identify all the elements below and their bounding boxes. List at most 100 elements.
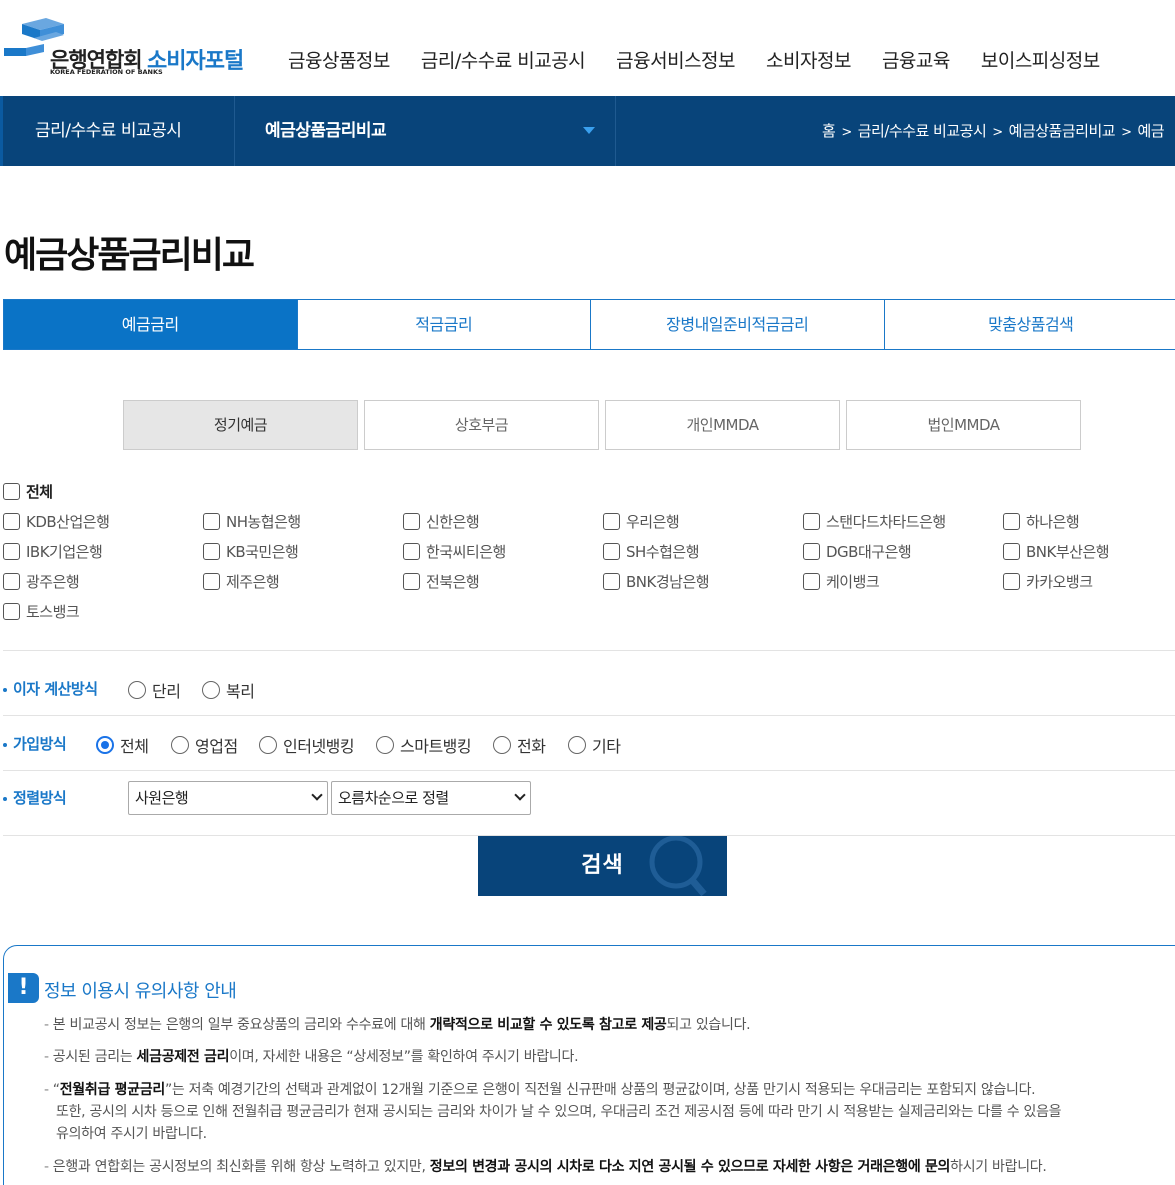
search-button[interactable]: 검색: [478, 836, 727, 896]
sort-field-value: 사원은행: [135, 789, 189, 807]
checkbox-label: BNK부산은행: [1026, 543, 1110, 561]
subtab-corporate-mmda[interactable]: 법인MMDA: [846, 400, 1081, 450]
notice-item: - 공시된 금리는 세금공제전 금리이며, 자세한 내용은 “상세정보”를 확인하…: [44, 1049, 579, 1065]
checkbox-box[interactable]: [403, 543, 420, 560]
checkbox-label: SH수협은행: [626, 543, 700, 561]
radio-join-branch[interactable]: 영업점: [171, 733, 238, 757]
nav-item-voice-phishing[interactable]: 보이스피싱정보: [981, 46, 1100, 73]
subnav-level2-dropdown[interactable]: 예금상품금리비교: [235, 96, 616, 166]
bank-checkbox[interactable]: 우리은행: [603, 511, 680, 532]
checkbox-label: 전북은행: [426, 573, 480, 591]
bank-checkbox[interactable]: NH농협은행: [203, 511, 301, 532]
checkbox-box[interactable]: [603, 573, 620, 590]
search-button-label: 검색: [581, 853, 624, 878]
breadcrumb-item[interactable]: 예금: [1137, 122, 1164, 140]
sort-order-select[interactable]: 오름차순으로 정렬: [331, 781, 531, 815]
bank-checkbox[interactable]: 하나은행: [1003, 511, 1080, 532]
bank-checkbox-all[interactable]: 전체: [3, 481, 53, 502]
bank-checkbox[interactable]: 전북은행: [403, 571, 480, 592]
interest-method-label: 이자 계산방식: [3, 678, 98, 699]
checkbox-box[interactable]: [1003, 513, 1020, 530]
sort-field-select[interactable]: 사원은행: [128, 781, 328, 815]
bank-checkbox[interactable]: 스탠다드차타드은행: [803, 511, 946, 532]
bank-checkbox[interactable]: BNK경남은행: [603, 571, 710, 592]
checkbox-box[interactable]: [603, 513, 620, 530]
bank-checkbox[interactable]: IBK기업은행: [3, 541, 103, 562]
radio-join-phone[interactable]: 전화: [493, 733, 546, 757]
breadcrumb-home[interactable]: 홈: [822, 122, 836, 140]
bank-checkbox[interactable]: KB국민은행: [203, 541, 299, 562]
bank-checkbox[interactable]: 카카오뱅크: [1003, 571, 1093, 592]
checkbox-label: 광주은행: [26, 573, 80, 591]
checkbox-box[interactable]: [3, 573, 20, 590]
main-tabs: 예금금리 적금금리 장병내일준비적금금리 맞춤상품검색: [3, 299, 1175, 350]
chevron-down-icon: [311, 789, 323, 801]
radio-join-all[interactable]: 전체: [96, 733, 149, 757]
checkbox-box[interactable]: [803, 543, 820, 560]
bank-checkbox[interactable]: 한국씨티은행: [403, 541, 506, 562]
checkbox-box[interactable]: [403, 573, 420, 590]
checkbox-box[interactable]: [3, 543, 20, 560]
checkbox-label: 전체: [26, 483, 53, 501]
checkbox-box[interactable]: [1003, 573, 1020, 590]
radio-join-internet[interactable]: 인터넷뱅킹: [259, 733, 355, 757]
bank-checkbox[interactable]: 케이뱅크: [803, 571, 880, 592]
subtab-time-deposit[interactable]: 정기예금: [123, 400, 358, 450]
checkbox-label: DGB대구은행: [826, 543, 912, 561]
notice-item: - “전월취급 평균금리”는 저축 예경기간의 선택과 관계없이 12개월 기준으…: [44, 1082, 1062, 1142]
bank-checkbox[interactable]: SH수협은행: [603, 541, 700, 562]
checkbox-box[interactable]: [203, 543, 220, 560]
caret-down-icon[interactable]: [583, 127, 595, 134]
checkbox-label: 신한은행: [426, 513, 480, 531]
breadcrumb-item[interactable]: 금리/수수료 비교공시: [858, 122, 987, 140]
tab-custom-search[interactable]: 맞춤상품검색: [885, 300, 1175, 349]
radio-compound-interest[interactable]: 복리: [202, 678, 255, 702]
checkbox-box[interactable]: [203, 513, 220, 530]
join-method-label: 가입방식: [3, 733, 67, 754]
subtab-personal-mmda[interactable]: 개인MMDA: [605, 400, 840, 450]
checkbox-box[interactable]: [403, 513, 420, 530]
checkbox-box[interactable]: [603, 543, 620, 560]
subtab-installment[interactable]: 상호부금: [364, 400, 599, 450]
radio-join-smart[interactable]: 스마트뱅킹: [376, 733, 472, 757]
global-nav: 금융상품정보 금리/수수료 비교공시 금융서비스정보 소비자정보 금융교육 보이…: [288, 46, 1131, 73]
divider: [3, 650, 1175, 651]
tab-savings-rate[interactable]: 적금금리: [298, 300, 591, 349]
tab-soldier-savings-rate[interactable]: 장병내일준비적금금리: [591, 300, 885, 349]
nav-item-products[interactable]: 금융상품정보: [288, 46, 390, 73]
checkbox-label: 우리은행: [626, 513, 680, 531]
checkbox-box[interactable]: [803, 573, 820, 590]
checkbox-box[interactable]: [803, 513, 820, 530]
checkbox-box[interactable]: [1003, 543, 1020, 560]
radio-simple-interest[interactable]: 단리: [128, 678, 181, 702]
nav-item-services[interactable]: 금융서비스정보: [616, 46, 735, 73]
bank-checkbox[interactable]: 토스뱅크: [3, 601, 80, 622]
subnav-level1[interactable]: 금리/수수료 비교공시: [0, 96, 235, 166]
bank-checkbox[interactable]: 제주은행: [203, 571, 280, 592]
nav-item-consumer-info[interactable]: 소비자정보: [766, 46, 851, 73]
bank-checkbox[interactable]: DGB대구은행: [803, 541, 912, 562]
radio-join-other[interactable]: 기타: [568, 733, 621, 757]
divider: [3, 770, 1175, 771]
checkbox-box[interactable]: [3, 483, 20, 500]
checkbox-box[interactable]: [3, 603, 20, 620]
bank-checkbox[interactable]: 신한은행: [403, 511, 480, 532]
exclamation-icon: !: [8, 973, 39, 1003]
checkbox-label: 케이뱅크: [826, 573, 880, 591]
sort-method-label: 정렬방식: [3, 787, 67, 808]
site-logo[interactable]: 은행연합회 KOREA FEDERATION OF BANKS 소비자포털: [4, 16, 254, 80]
nav-item-rate-compare[interactable]: 금리/수수료 비교공시: [421, 46, 586, 73]
tab-deposit-rate[interactable]: 예금금리: [4, 300, 298, 349]
chevron-right-icon: >: [992, 125, 1003, 140]
divider: [3, 715, 1175, 716]
bank-checkbox[interactable]: KDB산업은행: [3, 511, 110, 532]
checkbox-box[interactable]: [203, 573, 220, 590]
nav-item-education[interactable]: 금융교육: [882, 46, 950, 73]
bank-checkbox[interactable]: 광주은행: [3, 571, 80, 592]
breadcrumb-item[interactable]: 예금상품금리비교: [1009, 122, 1116, 140]
page-title: 예금상품금리비교: [4, 235, 255, 276]
chevron-right-icon: >: [841, 125, 852, 140]
magnifier-icon: [649, 836, 707, 896]
bank-checkbox[interactable]: BNK부산은행: [1003, 541, 1110, 562]
checkbox-box[interactable]: [3, 513, 20, 530]
